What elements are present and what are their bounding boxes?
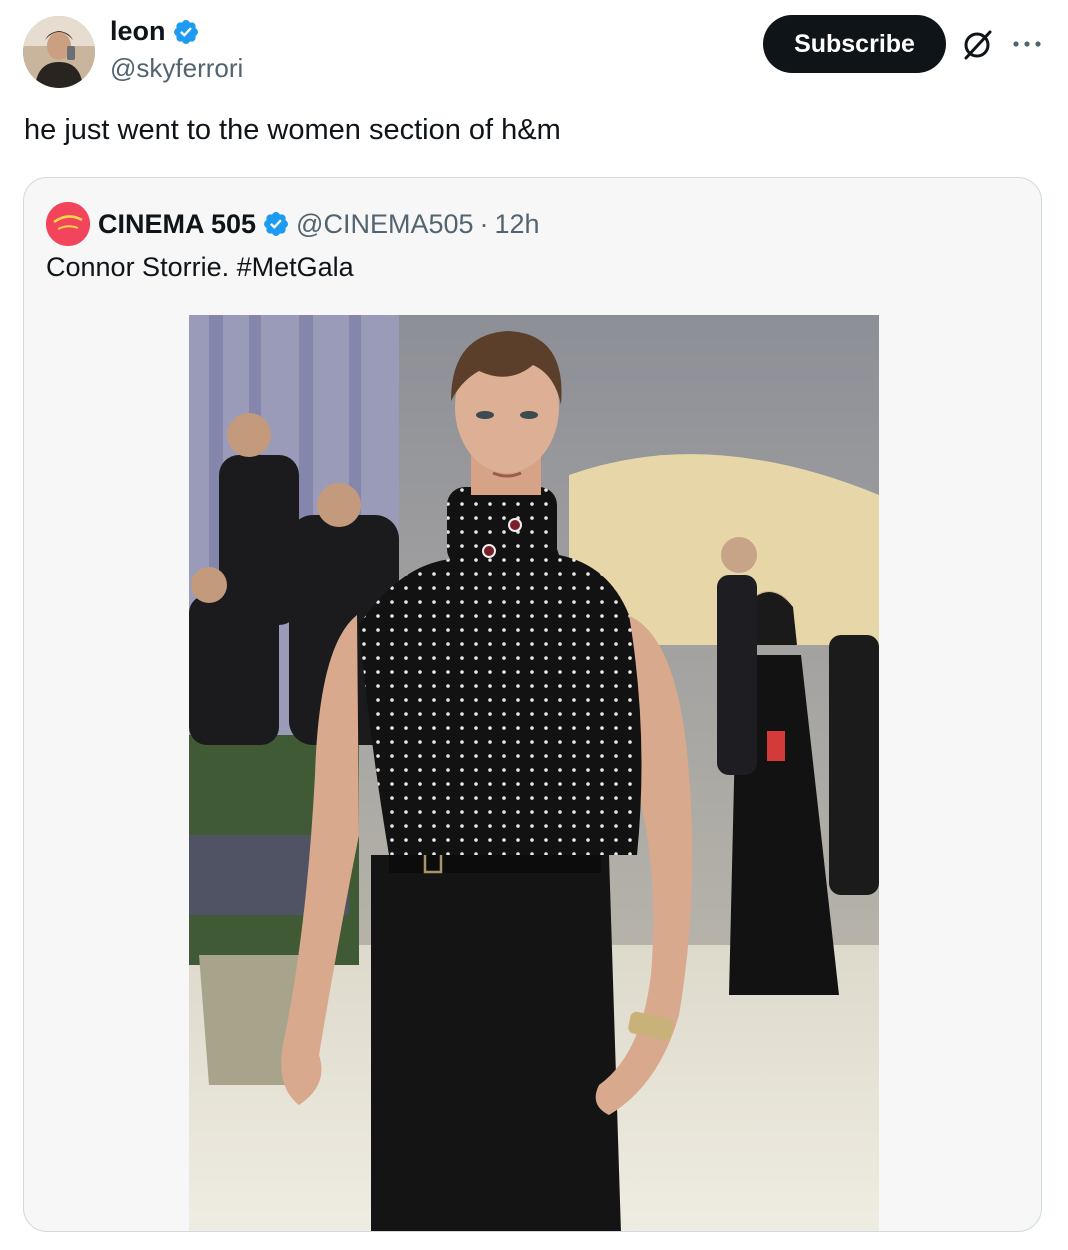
quoted-author-display-name[interactable]: CINEMA 505 bbox=[98, 209, 256, 240]
grok-icon[interactable] bbox=[958, 26, 996, 64]
more-icon[interactable] bbox=[1010, 30, 1044, 58]
separator-dot: · bbox=[479, 208, 489, 239]
tweet-text: he just went to the women section of h&m bbox=[24, 114, 561, 146]
quoted-tweet-photo[interactable] bbox=[189, 315, 879, 1231]
verified-badge-icon bbox=[173, 19, 198, 44]
author-handle[interactable]: @skyferrori bbox=[110, 53, 243, 84]
subscribe-button[interactable]: Subscribe bbox=[763, 15, 946, 73]
quoted-author-avatar[interactable] bbox=[46, 202, 90, 246]
quoted-tweet-text: Connor Storrie. #MetGala bbox=[46, 252, 354, 282]
quoted-tweet-card[interactable]: CINEMA 505 @CINEMA505 · 12h Connor Storr… bbox=[23, 177, 1042, 1232]
quoted-tweet-time[interactable]: 12h bbox=[495, 209, 540, 240]
author-avatar[interactable] bbox=[23, 16, 95, 88]
author-display-name[interactable]: leon bbox=[110, 16, 166, 47]
quoted-author-handle[interactable]: @CINEMA505 bbox=[296, 209, 473, 240]
verified-badge-icon bbox=[264, 212, 289, 236]
quoted-tweet-header: CINEMA 505 @CINEMA505 · 12h bbox=[98, 202, 540, 246]
author-display-name-row[interactable]: leon bbox=[110, 16, 200, 47]
